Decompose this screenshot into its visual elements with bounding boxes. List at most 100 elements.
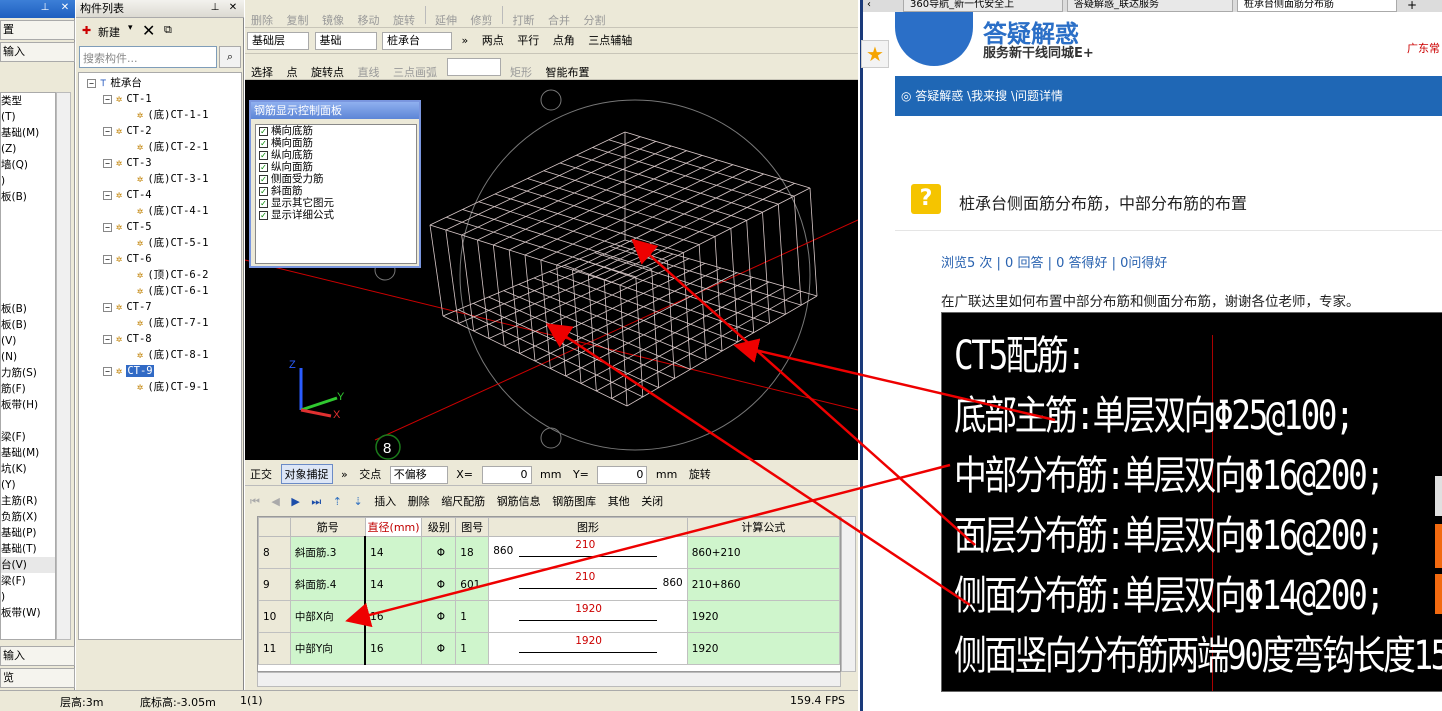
3d-viewport[interactable]: 8 Z Y X 钢筋显示控制面板 ✓ 横向底筋 ✓ 横向面筋 ✓ 纵向底筋 ✓ 纵向面筋 ✓ 侧面… (245, 80, 858, 460)
column-header[interactable]: 筋号 (289, 517, 366, 537)
break-button[interactable]: 打断 (509, 10, 539, 27)
column-header[interactable]: 图形 (488, 517, 688, 537)
grade-cell[interactable]: Φ (421, 568, 457, 601)
element-type-item[interactable]: 板带(H) (1, 397, 55, 413)
browser-tab[interactable]: 答疑解惑_联达服务 (1067, 0, 1233, 12)
tree-leaf[interactable]: ✲ (底)CT-6-1 (137, 283, 208, 299)
line-button[interactable]: 直线 (354, 62, 384, 79)
shape-cell[interactable]: 1920 (488, 600, 688, 633)
breadcrumb-text[interactable]: 答疑解惑 \我来搜 \问题详情 (915, 89, 1063, 103)
element-type-item[interactable]: 基础(P) (1, 525, 55, 541)
collapse-icon[interactable]: − (103, 334, 112, 344)
element-type-item[interactable] (1, 413, 55, 429)
element-type-item[interactable]: (Z) (1, 141, 55, 157)
two-points-button[interactable]: 两点 (478, 30, 508, 52)
checkbox-checked-icon[interactable]: ✓ (259, 186, 268, 196)
search-icon[interactable]: ⌕ (219, 46, 241, 68)
insert-button[interactable]: 插入 (371, 492, 399, 512)
grade-cell[interactable]: Φ (421, 600, 457, 633)
tree-leaf[interactable]: ✲ (底)CT-8-1 (137, 347, 208, 363)
tree-leaf[interactable]: ✲ (底)CT-1-1 (137, 107, 208, 123)
tree-node[interactable]: − ✲ CT-6 (103, 251, 152, 267)
last-record-icon[interactable]: ⏭ (308, 492, 324, 512)
element-type-item[interactable]: 坑(K) (1, 461, 55, 477)
region-selector[interactable]: 广东常 (1407, 40, 1440, 56)
delete-icon[interactable]: ✕ (142, 21, 155, 40)
diameter-cell[interactable]: 14 (364, 536, 423, 569)
browser-tab[interactable]: 360导航_新一代安全上 (903, 0, 1063, 12)
element-type-item[interactable]: 筋(F) (1, 381, 55, 397)
column-header[interactable]: 计算公式 (686, 517, 840, 537)
rebar-checkbox[interactable]: ✓ 纵向面筋 (256, 161, 416, 173)
prev-record-icon[interactable]: ◀ (268, 492, 282, 512)
collapse-icon[interactable]: − (103, 158, 112, 168)
new-tab-icon[interactable]: + (1407, 0, 1417, 11)
delete-row-button[interactable]: 删除 (405, 492, 433, 512)
collapse-icon[interactable]: − (87, 78, 96, 88)
shape-cell[interactable]: 210 860 (488, 568, 688, 601)
intersection-button[interactable]: 交点 (356, 465, 384, 485)
pin-icon[interactable]: ⊥ (208, 2, 222, 16)
tree-leaf[interactable]: ✲ (底)CT-5-1 (137, 235, 208, 251)
element-type-item[interactable]: 负筋(X) (1, 509, 55, 525)
rotate-button[interactable]: 旋转 (389, 10, 419, 27)
smart-layout-button[interactable]: 智能布置 (542, 62, 594, 79)
side-widget-orange[interactable] (1435, 574, 1442, 614)
tree-node[interactable]: − ✲ CT-1 (103, 91, 152, 107)
element-type-item[interactable] (1, 237, 55, 253)
rebar-info-button[interactable]: 钢筋信息 (494, 492, 544, 512)
table-row[interactable]: 9 斜面筋.4 14 Φ 601 210 860 210+860 (258, 568, 840, 601)
formula-cell[interactable]: 1920 (686, 600, 840, 633)
tree-leaf[interactable]: ✲ (顶)CT-6-2 (137, 267, 208, 283)
tree-leaf[interactable]: ✲ (底)CT-7-1 (137, 315, 208, 331)
tab-scroll-left-icon[interactable]: ‹ (867, 0, 871, 10)
type-select[interactable]: 桩承台 (382, 32, 452, 50)
element-type-item[interactable]: (T) (1, 109, 55, 125)
element-type-item[interactable]: 板(B) (1, 189, 55, 205)
object-snap-button[interactable]: 对象捕捉 (280, 464, 333, 484)
rotate-checkbox[interactable]: 旋转 (686, 465, 714, 485)
checkbox-checked-icon[interactable]: ✓ (259, 150, 268, 160)
table-horizontal-scrollbar[interactable] (257, 672, 841, 687)
rotate-point-button[interactable]: 旋转点 (307, 62, 348, 79)
floor-select[interactable]: 基础 (314, 32, 377, 50)
more-icon[interactable]: » (458, 30, 473, 52)
rebar-checkbox[interactable]: ✓ 显示其它图元 (256, 197, 416, 209)
tree-root[interactable]: − ⊤ 桩承台 (87, 75, 142, 91)
rebar-name-cell[interactable]: 中部X向 (289, 600, 366, 633)
diameter-cell[interactable]: 14 (364, 568, 423, 601)
tab-settings[interactable]: 置 (0, 20, 75, 40)
element-type-item[interactable]: 基础(T) (1, 541, 55, 557)
merge-button[interactable]: 合并 (544, 10, 574, 27)
side-widget-orange[interactable] (1435, 524, 1442, 568)
browser-tab-active[interactable]: 桩承台侧面筋分布筋 (1237, 0, 1397, 12)
rebar-name-cell[interactable]: 斜面筋.3 (289, 536, 366, 569)
rebar-checkbox[interactable]: ✓ 显示详细公式 (256, 209, 416, 221)
copy-button[interactable]: 复制 (283, 10, 313, 27)
new-button[interactable]: 新建 (98, 24, 120, 40)
shape-cell[interactable]: 1920 (488, 632, 688, 665)
diameter-cell[interactable]: 16 (364, 632, 423, 665)
column-header[interactable]: 级别 (421, 517, 457, 537)
element-type-item[interactable]: 力筋(S) (1, 365, 55, 381)
tree-leaf[interactable]: ✲ (底)CT-3-1 (137, 171, 208, 187)
element-type-item[interactable]: 板(B) (1, 317, 55, 333)
element-type-item[interactable]: 基础(M) (1, 445, 55, 461)
figure-no-cell[interactable]: 1 (455, 632, 490, 665)
collapse-icon[interactable]: − (103, 126, 112, 136)
arc-mode-select[interactable] (446, 58, 501, 76)
element-type-item[interactable]: 板(B) (1, 301, 55, 317)
other-button[interactable]: 其他 (605, 492, 633, 512)
collapse-icon[interactable]: − (103, 302, 112, 312)
side-widget[interactable] (1435, 476, 1442, 516)
element-type-scrollbar[interactable] (56, 92, 71, 640)
column-header[interactable]: 图号 (455, 517, 490, 537)
element-type-item[interactable]: (Y) (1, 477, 55, 493)
tree-leaf[interactable]: ✲ (底)CT-9-1 (137, 379, 208, 395)
pin-icon[interactable]: ⊥ (38, 2, 52, 16)
collapse-icon[interactable]: − (103, 190, 112, 200)
move-button[interactable]: 移动 (354, 10, 384, 27)
element-type-item[interactable] (1, 253, 55, 269)
favorite-star-icon[interactable]: ★ (861, 40, 889, 68)
tree-node[interactable]: − ✲ CT-8 (103, 331, 152, 347)
